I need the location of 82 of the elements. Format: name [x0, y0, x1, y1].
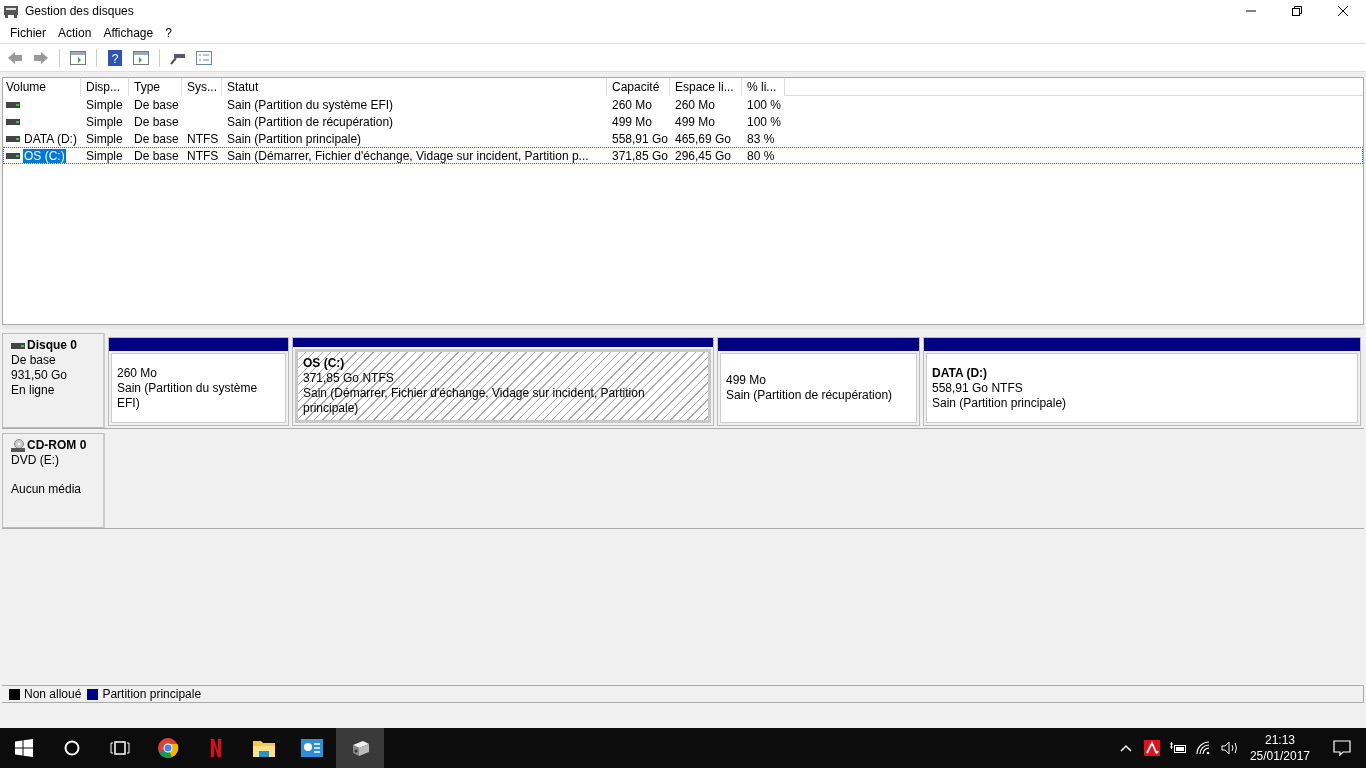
column-header[interactable]: Type: [129, 78, 182, 96]
windows-logo-icon: [15, 739, 33, 757]
window-title: Gestion des disques: [25, 4, 135, 18]
disk-detail: En ligne: [11, 383, 56, 398]
partition-block[interactable]: DATA (D:) 558,91 Go NTFS Sain (Partition principale): [923, 337, 1361, 426]
disk-info-panel[interactable]: CD-ROM 0 DVD (E:) Aucun média: [2, 433, 105, 528]
table-cell-text: Simple: [85, 147, 124, 164]
partition-size: 260 Mo: [117, 365, 159, 381]
partition-block[interactable]: OS (C:) 371,85 Go NTFS Sain (Démarrer, Fichier d'échange, Vidage sur incident, Partition principale): [292, 337, 714, 426]
menu-item[interactable]: Affichage: [97, 22, 160, 43]
table-cell-text: 499 Mo: [611, 113, 654, 130]
cd-drive-icon: [11, 438, 25, 453]
disk-status: Aucun média: [11, 482, 83, 497]
column-header[interactable]: Volume: [3, 78, 81, 96]
table-cell-text: Simple: [85, 130, 124, 147]
column-header[interactable]: Statut: [222, 78, 607, 96]
table-cell-text: Sain (Démarrer, Fichier d'échange, Vidage sur incident, Partition p...: [226, 147, 590, 164]
drive-icon: [11, 342, 25, 349]
table-cell-text: NTFS: [186, 130, 220, 147]
legend-label: Non alloué: [24, 687, 82, 701]
column-header[interactable]: Disp...: [81, 78, 129, 96]
partition-status: Sain (Partition de récupération): [726, 388, 894, 403]
disk-drive-icon: [3, 4, 19, 18]
partition-size: 499 Mo: [726, 373, 768, 388]
restore-icon: [1291, 5, 1303, 17]
menu-item[interactable]: Action: [52, 22, 98, 43]
table-cell-text: Sain (Partition de récupération): [226, 113, 395, 130]
disk-management-icon[interactable]: [336, 728, 384, 768]
partition-title: OS (C:): [303, 356, 346, 371]
table-cell-text: De base: [133, 113, 180, 130]
disk-detail: De base: [11, 353, 57, 368]
table-cell-text: 100 %: [746, 96, 783, 113]
table-cell-text: De base: [133, 147, 180, 164]
column-header[interactable]: % li...: [742, 78, 785, 96]
clock[interactable]: 21:13 25/01/2017: [1243, 728, 1316, 768]
disk-info-panel[interactable]: Disque 0 De base 931,50 Go En ligne: [2, 333, 105, 428]
partition-status: Sain (Partition du système EFI): [117, 380, 259, 411]
partition-status: Sain (Partition principale): [932, 395, 1068, 411]
table-cell-text: 465,69 Go: [674, 130, 733, 147]
disk-name: CD-ROM 0: [27, 438, 87, 453]
drive-icon: [6, 101, 20, 108]
volume-name[interactable]: DATA (D:): [23, 131, 78, 146]
table-cell-text: 260 Mo: [674, 96, 717, 113]
table-cell-text: 260 Mo: [611, 96, 654, 113]
drive-icon: [6, 135, 20, 142]
table-row[interactable]: OS (C:) Simple De base NTFS Sain (Démarrer, Fichier d'échange, Vidage sur incident, Partition p... 371,85 Go 296,45 Go 80 %: [3, 147, 1363, 164]
volume-name[interactable]: OS (C:): [23, 148, 66, 163]
table-cell-text: 499 Mo: [674, 113, 717, 130]
partition-status: Sain (Démarrer, Fichier d'échange, Vidage sur incident, Partition principale): [303, 386, 646, 416]
table-cell-text: NTFS: [186, 147, 220, 164]
table-cell-text: 371,85 Go: [611, 147, 670, 164]
column-header[interactable]: Espace li...: [670, 78, 742, 96]
disk-detail: DVD (E:): [11, 453, 60, 468]
table-cell-text: 100 %: [746, 113, 783, 130]
table-row[interactable]: Simple De base Sain (Partition du système EFI) 260 Mo 260 Mo 100 %: [3, 96, 1363, 113]
column-header[interactable]: Sys...: [182, 78, 222, 96]
table-cell-text: 296,45 Go: [674, 147, 733, 164]
disk-detail: 931,50 Go: [11, 368, 69, 383]
partition-block[interactable]: 260 Mo Sain (Partition du système EFI): [108, 337, 289, 426]
table-row[interactable]: Simple De base Sain (Partition de récupération) 499 Mo 499 Mo 100 %: [3, 113, 1363, 130]
table-cell-text: Simple: [85, 113, 124, 130]
partition-block[interactable]: 499 Mo Sain (Partition de récupération): [717, 337, 920, 426]
disk-name: Disque 0: [27, 338, 77, 353]
partition-title: DATA (D:): [932, 365, 989, 381]
column-header[interactable]: Capacité: [607, 78, 670, 96]
table-cell-text: Sain (Partition du système EFI): [226, 96, 395, 113]
partition-size: 558,91 Go NTFS: [932, 380, 1024, 396]
drive-icon: [6, 118, 20, 125]
table-cell-text: De base: [133, 96, 180, 113]
table-cell-text: 83 %: [746, 130, 776, 147]
legend-label: Partition principale: [102, 687, 202, 701]
table-row[interactable]: DATA (D:) Simple De base NTFS Sain (Partition principale) 558,91 Go 465,69 Go 83 %: [3, 130, 1363, 147]
table-cell-text: De base: [133, 130, 180, 147]
menu-item[interactable]: ?: [159, 22, 178, 43]
menu-item[interactable]: Fichier: [4, 22, 52, 43]
table-cell-text: Sain (Partition principale): [226, 130, 363, 147]
partition-size: 371,85 Go NTFS: [303, 371, 395, 386]
close-icon: [1337, 5, 1349, 17]
table-cell-text: 558,91 Go: [611, 130, 670, 147]
drive-icon: [6, 152, 20, 159]
table-cell-text: 80 %: [746, 147, 776, 164]
table-cell-text: Simple: [85, 96, 124, 113]
